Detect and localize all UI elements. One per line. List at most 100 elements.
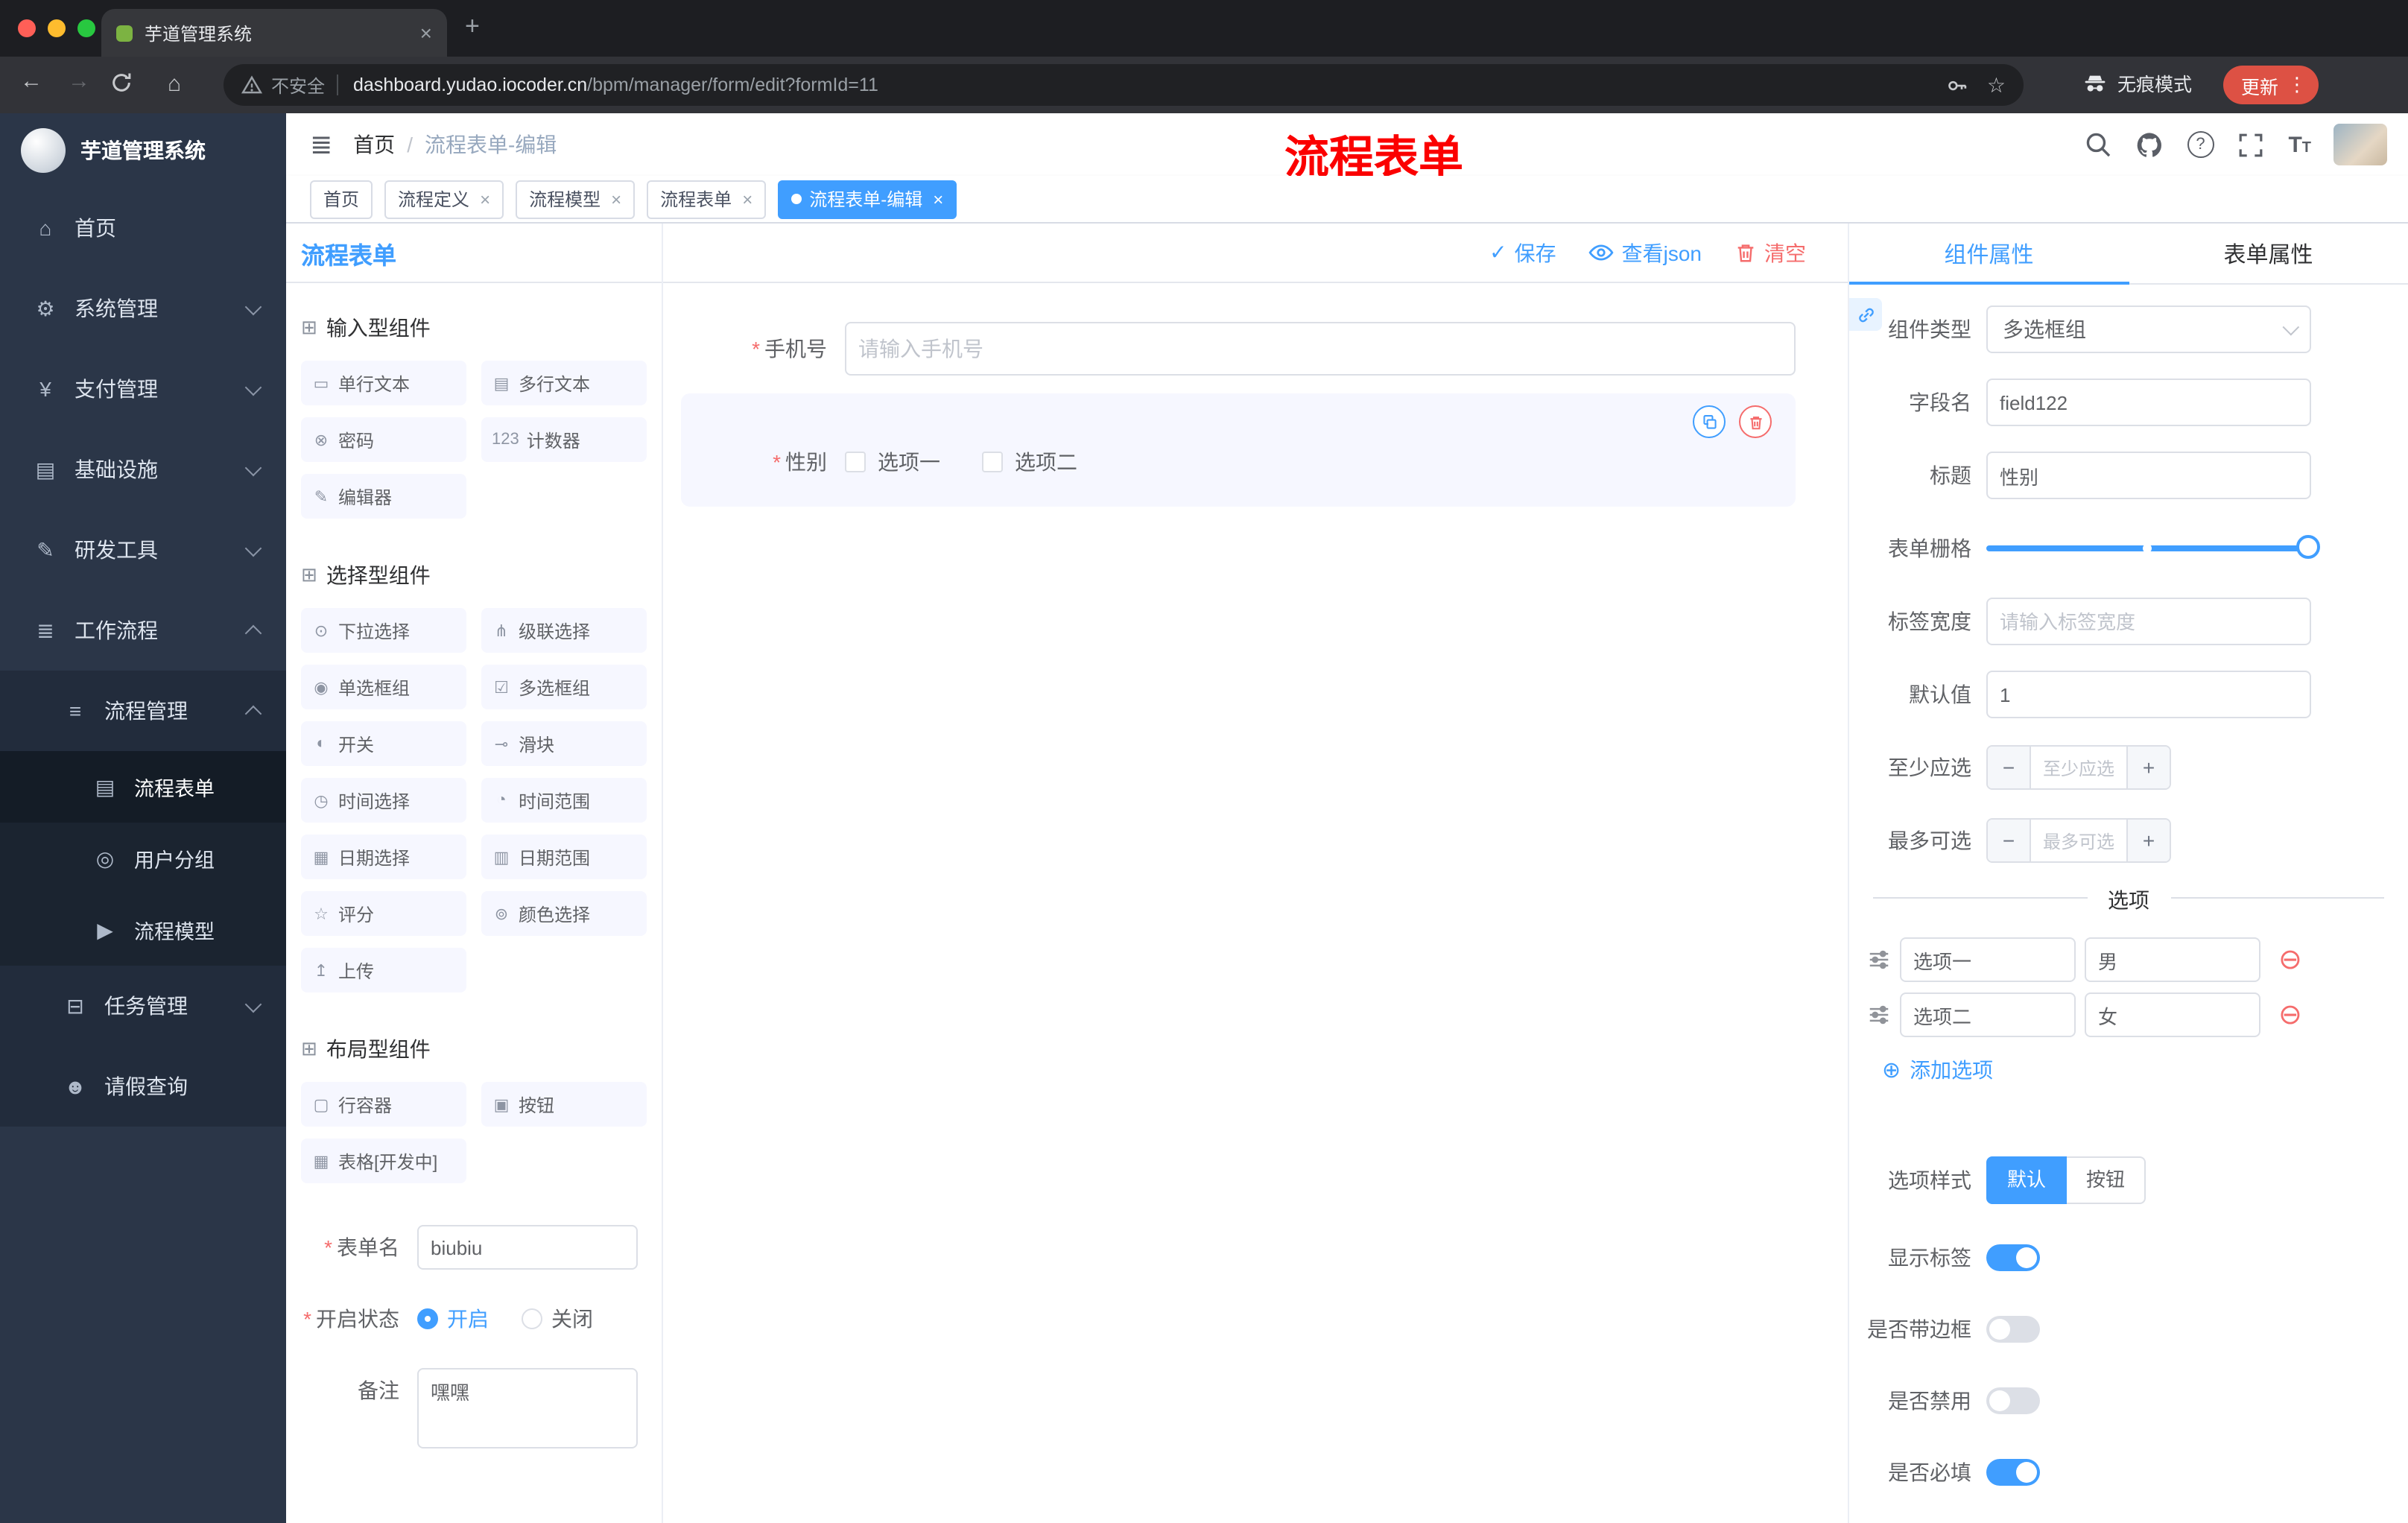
tag-process-definition[interactable]: 流程定义 × [384, 180, 504, 218]
plus-button[interactable]: + [2128, 820, 2170, 861]
palette-item[interactable]: ▢ 行容器 [301, 1082, 466, 1127]
palette-item[interactable]: ⊸ 滑块 [481, 721, 647, 766]
drag-handle-icon[interactable] [1867, 949, 1891, 970]
tab-close-icon[interactable]: × [420, 21, 432, 45]
fullscreen-icon[interactable] [2236, 130, 2266, 159]
remove-option-icon[interactable]: ⊖ [2278, 1001, 2302, 1029]
password-key-icon[interactable] [1947, 74, 1969, 96]
close-icon[interactable]: × [480, 189, 490, 209]
font-size-icon[interactable]: TT [2288, 132, 2311, 157]
palette-item[interactable]: ☆ 评分 [301, 891, 466, 936]
tag-width-input[interactable] [1986, 598, 2311, 645]
checkbox-option-2[interactable]: 选项二 [982, 447, 1077, 477]
avatar[interactable] [2333, 124, 2387, 165]
drag-handle-icon[interactable] [1867, 1004, 1891, 1025]
sidebar-item-process-manage[interactable]: ≡ 流程管理 [0, 671, 286, 751]
palette-item[interactable]: ▦ 表格[开发中] [301, 1139, 466, 1183]
breadcrumb-home[interactable]: 首页 [353, 130, 395, 159]
remove-option-icon[interactable]: ⊖ [2278, 946, 2302, 974]
browser-tab[interactable]: 芋道管理系统 × [101, 9, 447, 57]
phone-input[interactable] [845, 322, 1796, 376]
sidebar-item-user-group[interactable]: ◎ 用户分组 [0, 823, 286, 894]
tag-process-form[interactable]: 流程表单 × [647, 180, 767, 218]
palette-item[interactable]: ◔ 时间范围 [481, 778, 647, 823]
update-button[interactable]: 更新 ⋮ [2223, 66, 2319, 104]
add-option-button[interactable]: ⊕ 添加选项 [1849, 1055, 2408, 1085]
palette-item[interactable]: ◐ 开关 [301, 721, 466, 766]
border-toggle[interactable] [1986, 1316, 2040, 1343]
palette-item[interactable]: ⊗ 密码 [301, 417, 466, 462]
copy-component-button[interactable] [1693, 405, 1726, 438]
palette-item[interactable]: ▦ 日期选择 [301, 835, 466, 879]
sidebar-item-infra[interactable]: ▤ 基础设施 [0, 429, 286, 510]
sidebar-item-process-model[interactable]: ▶ 流程模型 [0, 894, 286, 966]
clear-button[interactable]: 清空 [1734, 238, 1806, 267]
field-gender-selected[interactable]: 性别 选项一 选项二 [681, 393, 1796, 507]
minus-button[interactable]: − [1988, 747, 2030, 788]
required-toggle[interactable] [1986, 1459, 2040, 1486]
close-icon[interactable]: × [611, 189, 621, 209]
palette-item[interactable]: ▣ 按钮 [481, 1082, 647, 1127]
sidebar-item-devtools[interactable]: ✎ 研发工具 [0, 510, 286, 590]
tag-home[interactable]: 首页 [310, 180, 373, 218]
form-name-input[interactable] [417, 1225, 638, 1270]
back-icon[interactable]: ← [15, 69, 48, 94]
option-value-input[interactable] [2085, 937, 2260, 982]
style-default-button[interactable]: 默认 [1986, 1156, 2068, 1204]
palette-item[interactable]: ◷ 时间选择 [301, 778, 466, 823]
tab-form-props[interactable]: 表单属性 [2129, 224, 2408, 283]
slider-handle[interactable] [2296, 535, 2320, 559]
palette-item[interactable]: ☑ 多选框组 [481, 665, 647, 709]
remark-textarea[interactable]: 嘿嘿 [417, 1368, 638, 1448]
maximize-window-button[interactable] [77, 19, 95, 37]
palette-item[interactable]: 123 计数器 [481, 417, 647, 462]
palette-item[interactable]: ▤ 多行文本 [481, 361, 647, 405]
palette-item[interactable]: ⋔ 级联选择 [481, 608, 647, 653]
palette-item[interactable]: ▭ 单行文本 [301, 361, 466, 405]
min-select-value[interactable]: 至少应选 [2030, 747, 2128, 788]
tab-component-props[interactable]: 组件属性 [1849, 224, 2129, 285]
title-input[interactable] [1986, 452, 2311, 499]
help-icon[interactable]: ? [2187, 131, 2214, 158]
sidebar-item-process-form[interactable]: ▤ 流程表单 [0, 751, 286, 823]
field-phone[interactable]: 手机号 [681, 322, 1796, 376]
component-type-select[interactable]: 多选框组 [1986, 305, 2311, 353]
sidebar-item-task-manage[interactable]: ⊟ 任务管理 [0, 966, 286, 1046]
minimize-window-button[interactable] [48, 19, 66, 37]
palette-item[interactable]: ⊙ 下拉选择 [301, 608, 466, 653]
save-button[interactable]: ✓ 保存 [1489, 238, 1556, 267]
forward-icon[interactable]: → [63, 69, 95, 94]
search-icon[interactable] [2082, 130, 2112, 159]
option-value-input[interactable] [2085, 992, 2260, 1037]
checkbox-option-1[interactable]: 选项一 [845, 447, 940, 477]
tag-process-model[interactable]: 流程模型 × [516, 180, 636, 218]
reload-icon[interactable] [110, 72, 143, 94]
sidebar-item-system[interactable]: ⚙ 系统管理 [0, 268, 286, 349]
tag-process-form-edit[interactable]: 流程表单-编辑 × [778, 180, 957, 218]
sidebar-item-home[interactable]: ⌂ 首页 [0, 188, 286, 268]
palette-item[interactable]: ⊚ 颜色选择 [481, 891, 647, 936]
bookmark-star-icon[interactable]: ☆ [1987, 72, 2006, 98]
max-select-value[interactable]: 最多可选 [2030, 820, 2128, 861]
home-icon[interactable]: ⌂ [158, 72, 191, 97]
grid-slider[interactable] [1986, 525, 2320, 572]
github-icon[interactable] [2135, 130, 2164, 159]
menu-fold-icon[interactable]: ≣ [310, 129, 332, 160]
sidebar-item-payment[interactable]: ¥ 支付管理 [0, 349, 286, 429]
field-name-input[interactable] [1986, 379, 2311, 426]
plus-button[interactable]: + [2128, 747, 2170, 788]
option-label-input[interactable] [1900, 992, 2076, 1037]
default-value-input[interactable] [1986, 671, 2311, 718]
minus-button[interactable]: − [1988, 820, 2030, 861]
delete-component-button[interactable] [1739, 405, 1772, 438]
close-icon[interactable]: × [742, 189, 752, 209]
new-tab-button[interactable]: + [465, 12, 480, 42]
palette-item[interactable]: ↥ 上传 [301, 948, 466, 992]
status-on-radio[interactable]: 开启 [417, 1304, 489, 1334]
close-window-button[interactable] [18, 19, 36, 37]
disabled-toggle[interactable] [1986, 1387, 2040, 1414]
close-icon[interactable]: × [933, 189, 943, 209]
palette-item[interactable]: ◉ 单选框组 [301, 665, 466, 709]
palette-item[interactable]: ▥ 日期范围 [481, 835, 647, 879]
sidebar-item-leave-query[interactable]: ☻ 请假查询 [0, 1046, 286, 1127]
